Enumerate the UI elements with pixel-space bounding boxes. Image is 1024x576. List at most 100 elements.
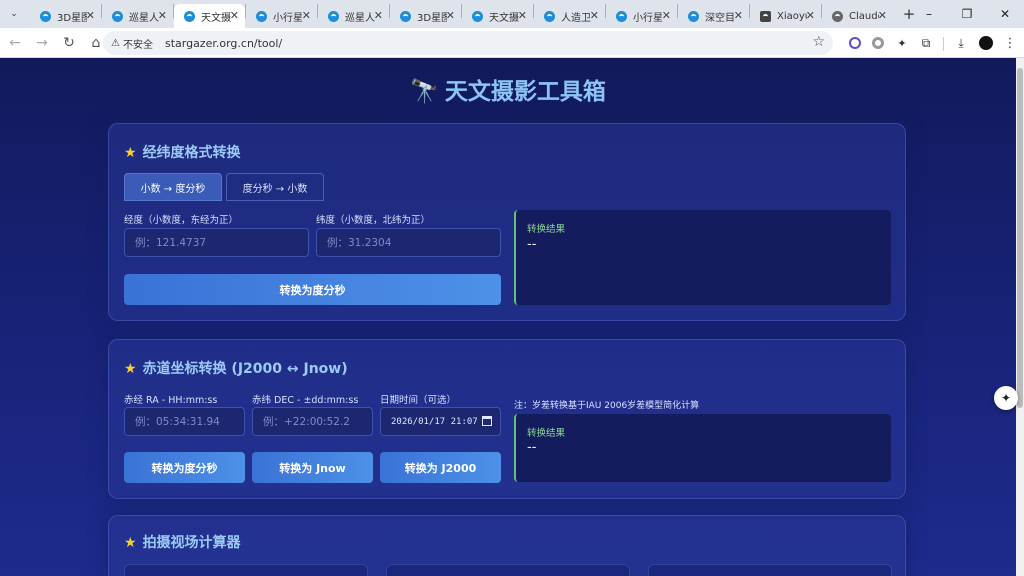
tab-dms-to-decimal[interactable]: 度分秒 → 小数 [226,173,324,201]
toolbar-divider [943,37,944,51]
browser-tab-strip: ⌄ 3D星图 ✕ 巡星人 ✕ 天文摄 ✕ 小行星 ✕ 巡星人 ✕ 3D星图 ✕ 天文摄 ✕ 人造卫 ✕ 小行星 ✕… [0,0,1024,28]
site-favicon-icon [40,10,51,22]
tab-close-icon[interactable]: ✕ [86,9,95,22]
convert-to-dms-button[interactable]: 转换为度分秒 [124,274,501,305]
tab-close-icon[interactable]: ✕ [446,9,455,22]
browser-tab[interactable]: 天文摄 ✕ [174,4,245,28]
browser-tab[interactable]: 深空目 ✕ [678,4,749,28]
browser-tab[interactable]: 3D星图 ✕ [30,4,101,28]
convert-to-jnow-button[interactable]: 转换为 Jnow [252,452,373,483]
browser-tab[interactable]: Claude✕ [822,4,893,28]
card-title-text: 赤道坐标转换 (J2000 ↔ Jnow) [142,361,348,377]
warning-icon: ⚠ [111,37,120,49]
close-window-icon[interactable]: ✕ [986,0,1024,28]
site-favicon-icon [616,10,627,22]
site-favicon-icon [328,10,339,22]
browser-tab[interactable]: 小行星 ✕ [246,4,317,28]
star-icon: ★ [124,535,137,551]
latitude-input[interactable]: 例：31.2304 [316,228,501,257]
page-content: 🔭 天文摄影工具箱 ★ 经纬度格式转换 小数 → 度分秒 度分秒 → 小数 经度（小… [0,58,1016,576]
result-label: 转换结果 [527,428,566,439]
lonlat-converter-card: ★ 经纬度格式转换 小数 → 度分秒 度分秒 → 小数 经度（小数度，东经为正） … [108,123,906,321]
longitude-input[interactable]: 例：121.4737 [124,228,309,257]
card-title-text: 经纬度格式转换 [142,145,241,161]
reload-icon[interactable]: ↻ [57,31,81,55]
result-box: 转换结果 -- [514,414,891,482]
assistant-sparkle-icon[interactable]: ✦ [994,386,1018,410]
browser-tab[interactable]: 人造卫 ✕ [534,4,605,28]
site-favicon-icon [400,10,411,22]
url-text[interactable]: stargazer.org.cn/tool/ [165,37,282,50]
tab-title: Claude [849,10,879,22]
browser-tab[interactable]: 3D星图 ✕ [390,4,461,28]
tab-title: 巡星人 [345,12,375,24]
security-label: 不安全 [122,39,153,51]
convert-to-dms-button[interactable]: 转换为度分秒 [124,452,245,483]
tab-title: 小行星 [633,12,663,24]
result-value: -- [527,440,537,455]
extension-circle-icon[interactable] [845,33,865,53]
tab-title: 3D星图 [417,12,447,24]
tab-close-icon[interactable]: ✕ [662,9,671,22]
forward-arrow-icon[interactable]: → [30,31,54,55]
profile-avatar-icon[interactable] [976,33,996,53]
tab-close-icon[interactable]: ✕ [878,9,887,22]
card-title: ★ 拍摄视场计算器 [124,532,241,552]
equatorial-converter-card: ★ 赤道坐标转换 (J2000 ↔ Jnow) 赤经 RA - HH:mm:ss … [108,339,906,499]
tab-title: 天文摄 [201,12,231,24]
page-title: 🔭 天文摄影工具箱 [0,72,1016,106]
minimize-icon[interactable]: – [910,0,948,28]
fov-panel [124,564,368,576]
browser-tab[interactable]: Xiaoyu✕ [750,4,821,28]
extension-ring-icon[interactable] [868,33,888,53]
menu-dots-icon[interactable]: ⋮ [1000,33,1020,53]
tab-title: 3D星图 [57,12,87,24]
tab-close-icon[interactable]: ✕ [734,9,743,22]
dec-input[interactable]: 例：+22:00:52.2 [252,407,373,436]
tab-close-icon[interactable]: ✕ [302,9,311,22]
window-controls: – ❐ ✕ [910,0,1024,28]
browser-toolbar: ← → ↻ ⌂ ⚠ 不安全 stargazer.org.cn/tool/ ☆ ✦… [0,28,1024,58]
download-icon[interactable]: ⤓ [951,33,971,53]
tab-close-icon[interactable]: ✕ [590,9,599,22]
scrollbar-thumb[interactable] [1017,68,1023,408]
tab-title: 天文摄 [489,12,519,24]
tab-close-icon[interactable]: ✕ [518,9,527,22]
site-favicon-icon [472,10,483,22]
card-title: ★ 赤道坐标转换 (J2000 ↔ Jnow) [124,358,348,378]
datetime-input[interactable]: 2026/01/17 21:07 [380,407,501,436]
tab-close-icon[interactable]: ✕ [374,9,383,22]
browser-tab[interactable]: 巡星人 ✕ [318,4,389,28]
page-title-text: 天文摄影工具箱 [444,79,606,105]
page-scrollbar[interactable] [1016,58,1024,576]
fov-panel [386,564,630,576]
tab-close-icon[interactable]: ✕ [158,9,167,22]
result-value: -- [527,237,537,252]
site-favicon-icon [544,10,555,22]
tab-close-icon[interactable]: ✕ [806,9,815,22]
fov-calculator-card: ★ 拍摄视场计算器 [108,515,906,576]
tab-search-chevron-icon[interactable]: ⌄ [4,4,24,24]
bookmark-star-icon[interactable]: ☆ [812,34,825,50]
dec-label: 赤纬 DEC - ±dd:mm:ss [252,395,359,406]
telescope-icon: 🔭 [410,79,439,105]
convert-to-j2000-button[interactable]: 转换为 J2000 [380,452,501,483]
star-icon: ★ [124,145,137,161]
browser-tab[interactable]: 天文摄 ✕ [462,4,533,28]
restore-icon[interactable]: ❐ [948,0,986,28]
tab-title: Xiaoyu [777,10,807,22]
precession-note: 注：岁差转换基于IAU 2006岁差模型简化计算 [514,401,700,411]
ra-input[interactable]: 例：05:34:31.94 [124,407,245,436]
address-bar[interactable]: ⚠ 不安全 stargazer.org.cn/tool/ ☆ [103,31,833,55]
browser-tab[interactable]: 小行星 ✕ [606,4,677,28]
back-arrow-icon[interactable]: ← [3,31,27,55]
puzzle-extensions-icon[interactable]: ⧉ [916,33,936,53]
browser-tab[interactable]: 巡星人 ✕ [102,4,173,28]
star-icon: ★ [124,361,137,377]
calendar-icon[interactable] [482,416,492,426]
tab-decimal-to-dms[interactable]: 小数 → 度分秒 [124,173,222,201]
latitude-label: 纬度（小数度，北纬为正） [316,215,431,226]
datetime-value: 2026/01/17 21:07 [391,416,478,427]
tab-close-icon[interactable]: ✕ [230,9,239,22]
sparkle-extension-icon[interactable]: ✦ [892,33,912,53]
